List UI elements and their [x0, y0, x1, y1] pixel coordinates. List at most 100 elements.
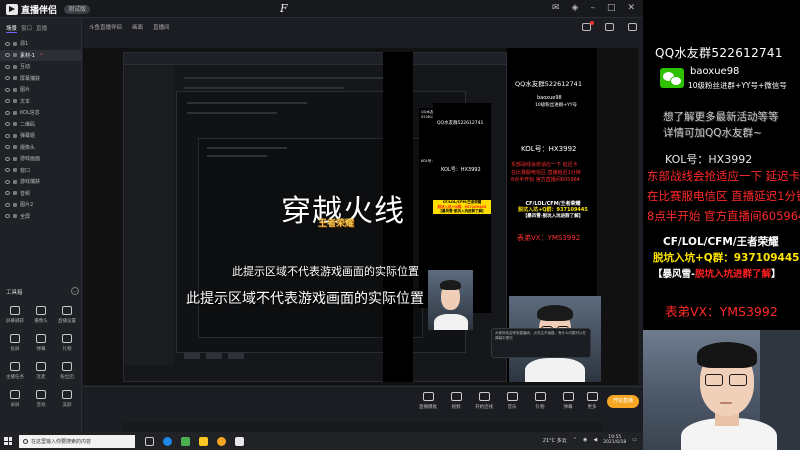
- explorer-icon[interactable]: [199, 436, 208, 446]
- tab-live[interactable]: 直播: [36, 24, 47, 33]
- lock-icon[interactable]: [13, 133, 17, 138]
- tool-button[interactable]: 投屏: [2, 334, 28, 352]
- lock-icon[interactable]: [13, 202, 17, 207]
- lock-icon[interactable]: [13, 53, 17, 58]
- layout-icon[interactable]: [628, 23, 637, 31]
- eye-icon[interactable]: [5, 41, 10, 46]
- edge-icon[interactable]: [163, 436, 172, 446]
- maximize-icon[interactable]: □: [607, 3, 616, 13]
- scene-item[interactable]: 源1: [0, 38, 81, 50]
- lock-icon[interactable]: [13, 99, 17, 104]
- tab-scenes[interactable]: 场景: [6, 24, 18, 33]
- start-live-button[interactable]: 开始直播: [607, 395, 639, 408]
- tab-windows[interactable]: 窗口: [21, 24, 32, 33]
- lock-icon[interactable]: [13, 122, 17, 127]
- settings-icon[interactable]: [605, 23, 614, 31]
- topbar-item-room[interactable]: 直播间: [153, 23, 170, 31]
- clock[interactable]: 19:55 2021/6/18: [603, 435, 626, 446]
- eye-icon[interactable]: [5, 145, 10, 150]
- app-icon-white[interactable]: [235, 436, 244, 446]
- lock-icon[interactable]: [13, 179, 17, 184]
- scene-item[interactable]: 游戏画面: [0, 153, 81, 165]
- eye-icon[interactable]: [5, 214, 10, 219]
- tray-arrow-icon[interactable]: ⌃: [573, 437, 577, 443]
- eye-icon[interactable]: [5, 76, 10, 81]
- message-icon[interactable]: [582, 21, 594, 31]
- video-button[interactable]: 视频: [441, 392, 471, 410]
- scene-item[interactable]: 全屏: [0, 211, 81, 223]
- eye-icon[interactable]: [5, 87, 10, 92]
- scene-item[interactable]: 屏幕捕获: [0, 73, 81, 85]
- preview-canvas[interactable]: QQ水友群522612741 KOL号：HX3992 QQ水友群52261274…: [83, 48, 638, 434]
- scene-item[interactable]: 互动: [0, 61, 81, 73]
- eye-icon[interactable]: [5, 179, 10, 184]
- topbar-item-title[interactable]: 斗鱼直播伴侣: [89, 23, 122, 31]
- lock-icon[interactable]: [13, 87, 17, 92]
- tool-button[interactable]: 音效: [28, 390, 54, 408]
- tool-button[interactable]: 美颜: [54, 390, 80, 408]
- scene-item[interactable]: 窗口: [0, 165, 81, 177]
- eye-icon[interactable]: [5, 156, 10, 161]
- tool-button[interactable]: 弹幕: [28, 334, 54, 352]
- eye-icon[interactable]: [5, 202, 10, 207]
- skin-icon[interactable]: ◈: [572, 3, 579, 13]
- close-icon[interactable]: ✕: [627, 3, 635, 13]
- eye-icon[interactable]: [5, 53, 10, 58]
- tool-button[interactable]: 直播设置: [54, 306, 80, 324]
- eye-icon[interactable]: [5, 168, 10, 173]
- eye-icon[interactable]: [5, 99, 10, 104]
- gift-button[interactable]: 礼物: [525, 392, 555, 410]
- scene-item[interactable]: 摄像头: [0, 142, 81, 154]
- scene-item[interactable]: KOL信息: [0, 107, 81, 119]
- tool-button[interactable]: 礼物: [54, 334, 80, 352]
- taskbar-search[interactable]: 在这里输入你要搜索的内容: [19, 434, 135, 448]
- beta-badge: 测试版: [64, 4, 91, 14]
- tool-button[interactable]: 连麦: [28, 362, 54, 380]
- scene-item[interactable]: 素材-1 •: [0, 49, 81, 61]
- network-icon[interactable]: ◉: [583, 437, 587, 443]
- tool-button[interactable]: 粉丝团: [54, 362, 80, 380]
- scene-item[interactable]: 二维码: [0, 119, 81, 131]
- connect-button[interactable]: 开始连线: [469, 392, 499, 410]
- eye-icon[interactable]: [5, 110, 10, 115]
- notification-icon[interactable]: ✉: [552, 3, 560, 13]
- danmaku-icon: [562, 392, 574, 401]
- task-view-icon[interactable]: [145, 436, 154, 446]
- volume-icon[interactable]: ◀: [593, 437, 597, 443]
- more-button[interactable]: 更多: [577, 392, 607, 410]
- eye-icon[interactable]: [5, 122, 10, 127]
- scene-item[interactable]: 音频: [0, 188, 81, 200]
- template-button[interactable]: 直播模板: [413, 392, 443, 410]
- scene-item[interactable]: 文本: [0, 96, 81, 108]
- lock-icon[interactable]: [13, 76, 17, 81]
- tool-button[interactable]: 屏幕捕获: [2, 306, 28, 324]
- tool-button[interactable]: 录屏: [2, 390, 28, 408]
- tool-button[interactable]: 主播任务: [2, 362, 28, 380]
- eye-icon[interactable]: [5, 64, 10, 69]
- tool-button[interactable]: 摄像头: [28, 306, 54, 324]
- app-icon-green[interactable]: [181, 436, 190, 446]
- app-icon-orange[interactable]: [217, 436, 226, 446]
- eye-icon[interactable]: [5, 133, 10, 138]
- music-button[interactable]: 音乐: [497, 392, 527, 410]
- lock-icon[interactable]: [13, 191, 17, 196]
- lock-icon[interactable]: [13, 214, 17, 219]
- scene-item[interactable]: 图片2: [0, 199, 81, 211]
- scene-item[interactable]: 游戏捕获: [0, 176, 81, 188]
- notification-center-icon[interactable]: ▭: [632, 437, 637, 443]
- weather-text[interactable]: 21°C 多云: [543, 437, 567, 444]
- start-button[interactable]: [0, 432, 16, 450]
- topbar-item-screen[interactable]: 画面: [132, 23, 143, 31]
- lock-icon[interactable]: [13, 156, 17, 161]
- scene-item[interactable]: 弹幕姬: [0, 130, 81, 142]
- lock-icon[interactable]: [13, 145, 17, 150]
- lock-icon[interactable]: [13, 64, 17, 69]
- lock-icon[interactable]: [13, 41, 17, 46]
- scene-item[interactable]: 图片: [0, 84, 81, 96]
- tools-more-button[interactable]: …: [71, 287, 79, 295]
- eye-icon[interactable]: [5, 191, 10, 196]
- lock-icon[interactable]: [13, 110, 17, 115]
- lock-icon[interactable]: [13, 168, 17, 173]
- tool-label: 屏幕捕获: [6, 319, 24, 324]
- minimize-icon[interactable]: –: [590, 3, 595, 13]
